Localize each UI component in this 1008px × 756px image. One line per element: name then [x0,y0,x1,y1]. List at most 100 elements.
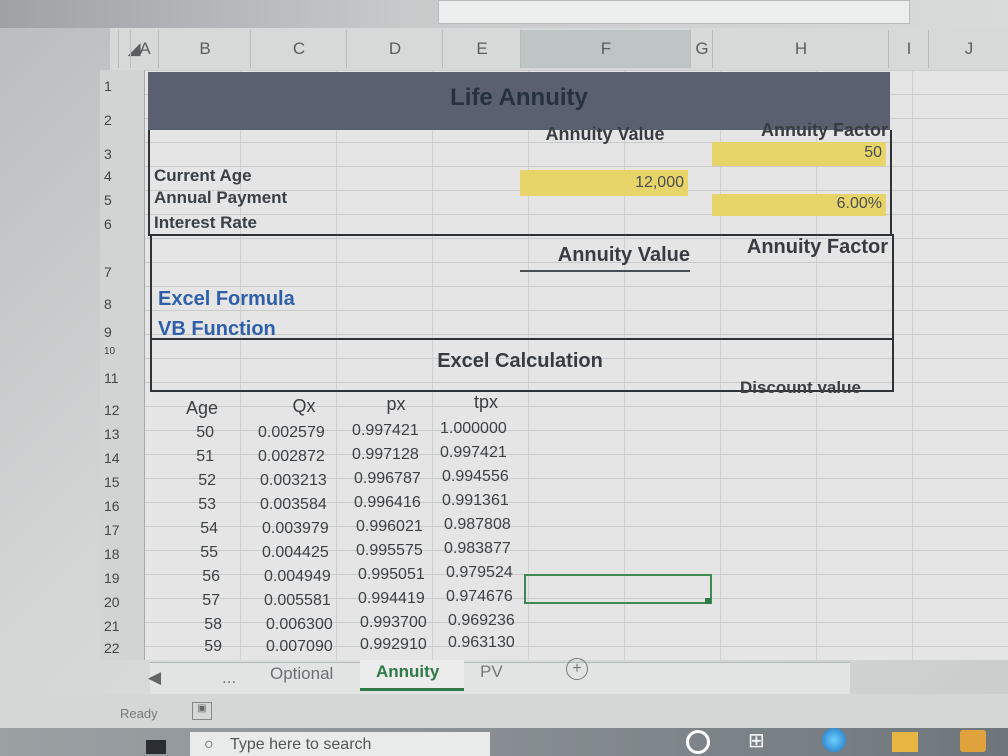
table-cell-age[interactable]: 58 [178,616,222,634]
row-header[interactable]: 2 [104,112,140,128]
interest-rate-value: 6.00% [836,195,882,212]
file-explorer-icon[interactable] [892,732,918,752]
column-header-i[interactable]: I [888,30,929,68]
row-header[interactable]: 5 [104,192,140,208]
windows-start-icon[interactable] [146,740,166,754]
row-header[interactable]: 12 [104,402,140,418]
table-cell-tpx[interactable]: 0.997421 [440,444,507,462]
annual-payment-value: 12,000 [635,174,684,191]
column-header-g[interactable]: G [690,30,713,68]
table-cell-qx[interactable]: 0.007090 [266,638,333,656]
tab-annuity[interactable]: Annuity [376,662,439,682]
add-sheet-icon[interactable]: + [566,658,588,680]
column-header-age: Age [185,398,219,418]
annuity-value-result-header: Annuity Value [557,244,690,266]
edge-browser-icon[interactable] [822,728,846,752]
store-icon[interactable] [960,730,986,752]
table-cell-tpx[interactable]: 0.969236 [448,612,515,630]
table-cell-qx[interactable]: 0.004949 [264,568,331,586]
row-header[interactable]: 17 [104,522,140,538]
fill-handle[interactable] [705,598,711,604]
table-cell-tpx[interactable]: 0.983877 [444,540,511,558]
row-header[interactable]: 21 [104,618,140,634]
excel-calculation-title: Excel Calculation [437,350,603,372]
table-cell-age[interactable]: 54 [174,520,218,538]
row-header[interactable]: 13 [104,426,140,442]
taskbar-search-box[interactable]: ○ Type here to search [190,732,490,756]
table-cell-age[interactable]: 52 [172,472,216,490]
column-header-c[interactable]: C [250,30,347,68]
table-cell-px[interactable]: 0.997421 [352,422,419,440]
table-cell-qx[interactable]: 0.004425 [262,544,329,562]
column-header-h[interactable]: H [712,30,889,68]
table-cell-age[interactable]: 57 [176,592,220,610]
row-header[interactable]: 10 [104,346,140,357]
row-header[interactable]: 18 [104,546,140,562]
table-cell-qx[interactable]: 0.005581 [264,592,331,610]
table-cell-tpx[interactable]: 1.000000 [440,420,507,438]
table-cell-px[interactable]: 0.997128 [352,446,419,464]
column-header-f[interactable]: F [520,30,691,68]
row-header[interactable]: 9 [104,324,140,340]
task-view-icon[interactable]: ⊞ [748,728,765,753]
macro-record-icon[interactable]: ▣ [192,702,212,720]
table-cell-px[interactable]: 0.996787 [354,470,421,488]
table-cell-qx[interactable]: 0.002872 [258,448,325,466]
column-header-px: px [386,394,406,414]
table-cell-px[interactable]: 0.994419 [358,590,425,608]
row-header[interactable]: 4 [104,168,140,184]
table-cell-tpx[interactable]: 0.974676 [446,588,513,606]
table-cell-px[interactable]: 0.996416 [354,494,421,512]
table-cell-qx[interactable]: 0.006300 [266,616,333,634]
row-header[interactable]: 6 [104,216,140,232]
table-cell-px[interactable]: 0.996021 [356,518,423,536]
table-cell-px[interactable]: 0.995575 [356,542,423,560]
formula-bar[interactable] [438,0,910,24]
row-header[interactable]: 16 [104,498,140,514]
table-cell-qx[interactable]: 0.003213 [260,472,327,490]
current-age-label: Current Age [154,166,252,185]
table-cell-tpx[interactable]: 0.994556 [442,468,509,486]
column-header-a[interactable]: A [130,30,159,68]
table-cell-tpx[interactable]: 0.987808 [444,516,511,534]
table-cell-qx[interactable]: 0.003979 [262,520,329,538]
table-cell-tpx[interactable]: 0.979524 [446,564,513,582]
column-header-j[interactable]: J [928,30,1008,68]
more-sheets-button[interactable]: ... [222,668,236,688]
cortana-icon[interactable] [686,730,710,754]
search-placeholder: Type here to search [230,736,372,753]
row-header[interactable]: 14 [104,450,140,466]
sheet-title: Life Annuity [450,84,588,111]
column-header-b[interactable]: B [158,30,251,68]
table-cell-px[interactable]: 0.995051 [358,566,425,584]
column-header-e[interactable]: E [442,30,521,68]
annuity-factor-result-header: Annuity Factor [746,236,888,258]
row-header[interactable]: 20 [104,594,140,610]
table-cell-qx[interactable]: 0.003584 [260,496,327,514]
row-header[interactable]: 11 [104,370,140,386]
table-cell-px[interactable]: 0.993700 [360,614,427,632]
row-header[interactable]: 15 [104,474,140,490]
column-header-d[interactable]: D [346,30,443,68]
scroll-left-icon[interactable]: ◀ [148,668,161,688]
tab-pv[interactable]: PV [480,662,503,682]
table-cell-age[interactable]: 53 [172,496,216,514]
row-header[interactable]: 8 [104,296,140,312]
row-header[interactable]: 22 [104,640,140,656]
tab-optional[interactable]: Optional [270,664,333,684]
table-cell-age[interactable]: 51 [170,448,214,466]
row-header[interactable]: 7 [104,264,140,280]
table-cell-tpx[interactable]: 0.991361 [442,492,509,510]
status-ready: Ready [120,706,158,721]
selected-cell[interactable] [524,574,712,604]
table-cell-age[interactable]: 59 [178,638,222,656]
table-cell-age[interactable]: 50 [170,424,214,442]
table-cell-age[interactable]: 55 [174,544,218,562]
table-cell-qx[interactable]: 0.002579 [258,424,325,442]
row-header[interactable]: 1 [104,78,140,94]
table-cell-age[interactable]: 56 [176,568,220,586]
row-header[interactable]: 3 [104,146,140,162]
table-cell-tpx[interactable]: 0.963130 [448,634,515,652]
row-header[interactable]: 19 [104,570,140,586]
table-cell-px[interactable]: 0.992910 [360,636,427,654]
